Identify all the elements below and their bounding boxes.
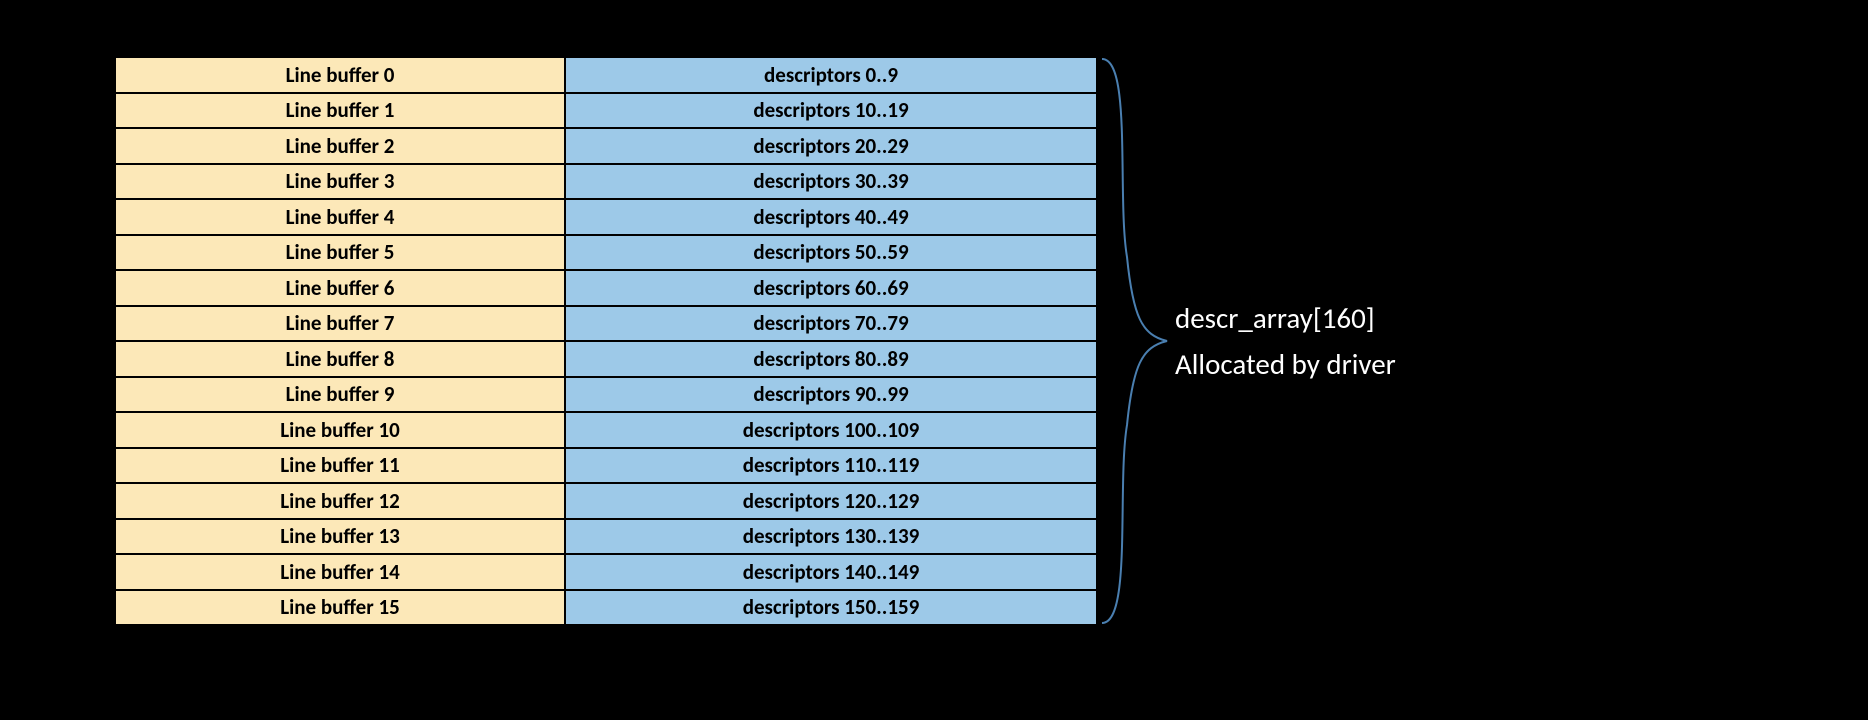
table-row: Line buffer 11descriptors 110..119 — [115, 448, 1097, 484]
descriptor-cell: descriptors 110..119 — [565, 448, 1097, 484]
descriptor-cell: descriptors 140..149 — [565, 554, 1097, 590]
descriptor-cell: descriptors 130..139 — [565, 519, 1097, 555]
descriptor-cell: descriptors 120..129 — [565, 483, 1097, 519]
table-row: Line buffer 7descriptors 70..79 — [115, 306, 1097, 342]
descriptor-cell: descriptors 80..89 — [565, 341, 1097, 377]
descriptor-cell: descriptors 90..99 — [565, 377, 1097, 413]
line-buffer-cell: Line buffer 0 — [115, 57, 565, 93]
line-buffer-cell: Line buffer 11 — [115, 448, 565, 484]
line-buffer-cell: Line buffer 15 — [115, 590, 565, 626]
descriptor-cell: descriptors 70..79 — [565, 306, 1097, 342]
descriptor-cell: descriptors 100..109 — [565, 412, 1097, 448]
descriptor-cell: descriptors 150..159 — [565, 590, 1097, 626]
line-buffer-cell: Line buffer 8 — [115, 341, 565, 377]
table-row: Line buffer 8descriptors 80..89 — [115, 341, 1097, 377]
table-row: Line buffer 12descriptors 120..129 — [115, 483, 1097, 519]
table-row: Line buffer 15descriptors 150..159 — [115, 590, 1097, 626]
annotation-line-2: Allocated by driver — [1175, 346, 1396, 382]
table-row: Line buffer 2descriptors 20..29 — [115, 128, 1097, 164]
line-buffer-cell: Line buffer 7 — [115, 306, 565, 342]
line-buffer-cell: Line buffer 5 — [115, 235, 565, 271]
buffer-descriptor-table: Line buffer 0descriptors 0..9Line buffer… — [115, 57, 1177, 625]
table-row: Line buffer 5descriptors 50..59 — [115, 235, 1097, 271]
table-row: Line buffer 1descriptors 10..19 — [115, 93, 1097, 129]
table-row: Line buffer 0descriptors 0..9 — [115, 57, 1097, 93]
descriptor-cell: descriptors 50..59 — [565, 235, 1097, 271]
line-buffer-cell: Line buffer 12 — [115, 483, 565, 519]
table-row: Line buffer 6descriptors 60..69 — [115, 270, 1097, 306]
descriptor-cell: descriptors 60..69 — [565, 270, 1097, 306]
table-row: Line buffer 4descriptors 40..49 — [115, 199, 1097, 235]
descriptor-cell: descriptors 40..49 — [565, 199, 1097, 235]
line-buffer-cell: Line buffer 13 — [115, 519, 565, 555]
curly-brace-icon — [1097, 57, 1177, 625]
brace-container — [1097, 57, 1177, 625]
line-buffer-cell: Line buffer 3 — [115, 164, 565, 200]
descriptor-cell: descriptors 10..19 — [565, 93, 1097, 129]
annotation-block: descr_array[160] Allocated by driver — [1175, 57, 1396, 625]
line-buffer-cell: Line buffer 14 — [115, 554, 565, 590]
line-buffer-cell: Line buffer 6 — [115, 270, 565, 306]
line-buffer-cell: Line buffer 4 — [115, 199, 565, 235]
table-row: Line buffer 10descriptors 100..109 — [115, 412, 1097, 448]
descriptor-cell: descriptors 20..29 — [565, 128, 1097, 164]
table-row: Line buffer 13descriptors 130..139 — [115, 519, 1097, 555]
line-buffer-cell: Line buffer 10 — [115, 412, 565, 448]
table-row: Line buffer 3descriptors 30..39 — [115, 164, 1097, 200]
descriptor-cell: descriptors 30..39 — [565, 164, 1097, 200]
line-buffer-cell: Line buffer 1 — [115, 93, 565, 129]
line-buffer-cell: Line buffer 9 — [115, 377, 565, 413]
annotation-line-1: descr_array[160] — [1175, 300, 1396, 336]
table-body: Line buffer 0descriptors 0..9Line buffer… — [115, 57, 1097, 625]
table-row: Line buffer 14descriptors 140..149 — [115, 554, 1097, 590]
line-buffer-cell: Line buffer 2 — [115, 128, 565, 164]
table-row: Line buffer 9descriptors 90..99 — [115, 377, 1097, 413]
descriptor-cell: descriptors 0..9 — [565, 57, 1097, 93]
